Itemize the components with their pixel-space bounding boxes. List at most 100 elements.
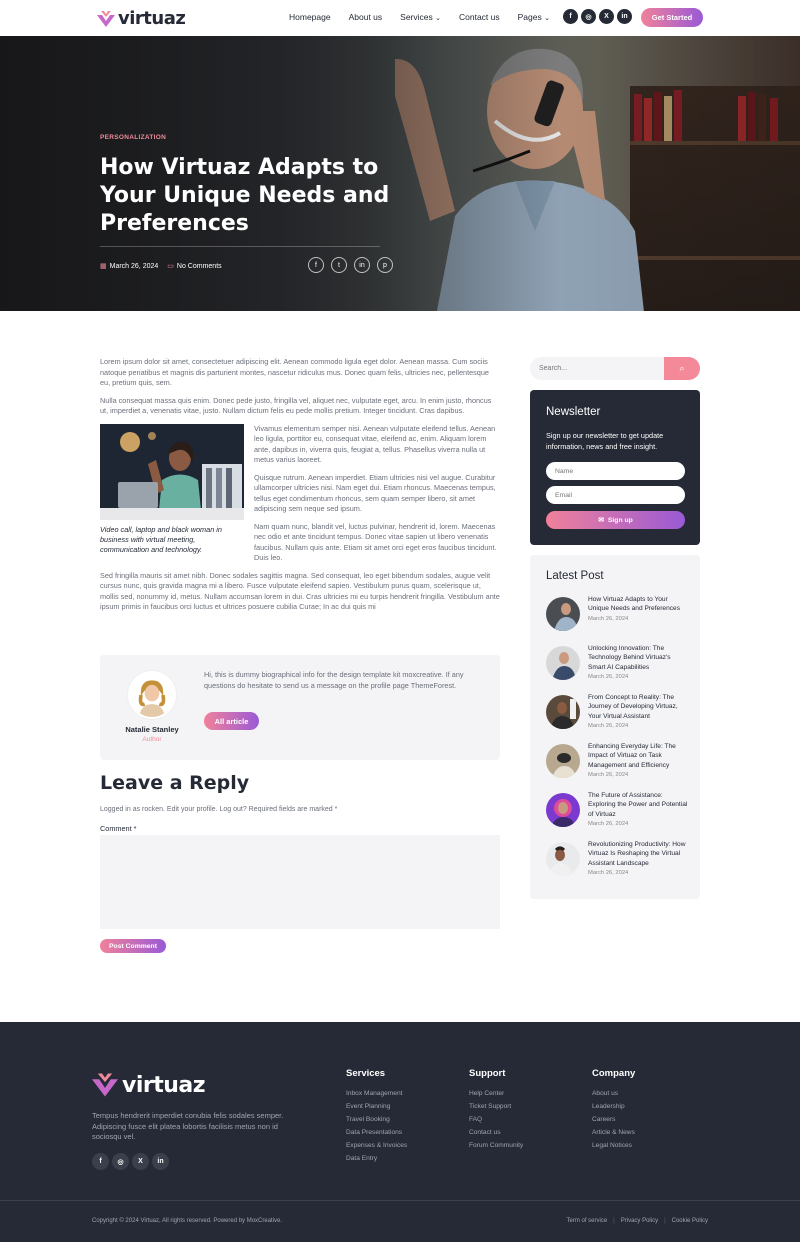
footer-link[interactable]: Travel Booking [346, 1113, 407, 1126]
chevron-down-icon: ⌄ [544, 15, 550, 22]
newsletter-name-input[interactable] [546, 462, 685, 480]
menu-homepage[interactable]: Homepage [289, 12, 331, 22]
post-comments[interactable]: No Comments [177, 263, 222, 270]
instagram-icon[interactable]: ◎ [112, 1153, 129, 1170]
main-menu: Homepage About us Services ⌄ Contact us … [289, 12, 568, 22]
comment-label: Comment * [100, 824, 137, 833]
footer-column-title: Support [469, 1068, 506, 1079]
footer-company-column: Company About us Leadership Careers Arti… [592, 1068, 635, 1152]
newsletter-title: Newsletter [546, 406, 601, 418]
linkedin-icon[interactable]: in [617, 9, 632, 24]
footer-link[interactable]: Careers [592, 1113, 635, 1126]
post-date: March 26, 2024 [588, 615, 629, 622]
linkedin-icon[interactable]: in [152, 1153, 169, 1170]
footer-support-column: Support Help Center Ticket Support FAQ C… [469, 1068, 523, 1152]
footer-link[interactable]: Leadership [592, 1100, 635, 1113]
latest-post-item[interactable]: Enhancing Everyday Life: The Impact of V… [546, 742, 696, 787]
footer-link[interactable]: Help Center [469, 1087, 523, 1100]
facebook-icon[interactable]: f [92, 1153, 109, 1170]
author-bio: Hi, this is dummy biographical info for … [204, 670, 464, 690]
latest-post-item[interactable]: From Concept to Reality: The Journey of … [546, 693, 696, 738]
post-category[interactable]: PERSONALIZATION [100, 134, 166, 141]
post-thumbnail [546, 597, 580, 631]
menu-services[interactable]: Services ⌄ [400, 12, 441, 22]
post-title: Revolutionizing Productivity: How Virtua… [588, 841, 686, 867]
menu-about[interactable]: About us [349, 12, 383, 22]
search-box: ⌕ [530, 357, 700, 380]
logo[interactable]: virtuaz [97, 8, 186, 29]
latest-post-title: Latest Post [546, 570, 604, 582]
instagram-icon[interactable]: ◎ [581, 9, 596, 24]
menu-pages[interactable]: Pages ⌄ [518, 12, 550, 22]
footer-link[interactable]: Article & News [592, 1126, 635, 1139]
hero-banner: PERSONALIZATION How Virtuaz Adapts to Yo… [0, 36, 800, 311]
menu-contact[interactable]: Contact us [459, 12, 500, 22]
author-name[interactable]: Natalie Stanley [100, 725, 204, 734]
footer-link[interactable]: FAQ [469, 1113, 523, 1126]
article-paragraph: Nulla consequat massa quis enim. Donec p… [100, 395, 492, 416]
post-title: From Concept to Reality: The Journey of … [588, 694, 678, 720]
post-date: March 26, 2024 [109, 262, 159, 270]
logo-text: virtuaz [118, 8, 186, 29]
footer-column-title: Services [346, 1068, 386, 1079]
footer-link[interactable]: Data Entry [346, 1152, 407, 1165]
menu-services-label: Services [400, 12, 433, 22]
article-body: Lorem ipsum dolor sit amet, consectetuer… [100, 357, 500, 620]
comment-icon: ▭ [167, 263, 174, 270]
search-input[interactable] [530, 357, 664, 380]
top-navbar: virtuaz Homepage About us Services ⌄ Con… [0, 0, 800, 36]
legal-link-privacy[interactable]: Privacy Policy [621, 1218, 658, 1224]
footer-link[interactable]: Inbox Management [346, 1087, 407, 1100]
latest-post-item[interactable]: Unlocking Innovation: The Technology Beh… [546, 644, 696, 689]
post-thumbnail [546, 793, 580, 827]
separator: | [664, 1218, 666, 1224]
x-icon[interactable]: X [132, 1153, 149, 1170]
reply-heading: Leave a Reply [100, 772, 250, 794]
facebook-share-icon[interactable]: f [308, 257, 324, 273]
latest-post-item[interactable]: The Future of Assistance: Exploring the … [546, 791, 696, 836]
signup-label: Sign up [607, 516, 633, 524]
logged-in-notice: Logged in as rocken. Edit your profile. … [100, 806, 338, 813]
post-comment-button[interactable]: Post Comment [100, 939, 166, 953]
post-title: Unlocking Innovation: The Technology Beh… [588, 645, 671, 671]
latest-post-item[interactable]: Revolutionizing Productivity: How Virtua… [546, 840, 696, 885]
search-icon: ⌕ [679, 363, 685, 373]
copyright: Copyright © 2024 Virtuaz, All rights res… [92, 1218, 283, 1224]
post-title: How Virtuaz Adapts to Your Unique Needs … [588, 596, 681, 613]
x-icon[interactable]: X [599, 9, 614, 24]
latest-post-widget: Latest Post How Virtuaz Adapts to Your U… [530, 555, 700, 899]
get-started-button[interactable]: Get Started [641, 8, 703, 27]
figure-caption: Video call, laptop and black woman in bu… [100, 525, 222, 554]
post-thumbnail [546, 744, 580, 778]
latest-post-item[interactable]: How Virtuaz Adapts to Your Unique Needs … [546, 595, 696, 640]
facebook-icon[interactable]: f [563, 9, 578, 24]
footer-link[interactable]: Event Planning [346, 1100, 407, 1113]
author-role: Author [142, 736, 162, 743]
linkedin-share-icon[interactable]: in [354, 257, 370, 273]
footer-link[interactable]: Ticket Support [469, 1100, 523, 1113]
footer-link[interactable]: Forum Community [469, 1139, 523, 1152]
footer-link[interactable]: Contact us [469, 1126, 523, 1139]
footer-link[interactable]: Legal Notices [592, 1139, 635, 1152]
footer-logo[interactable]: virtuaz [92, 1072, 206, 1098]
post-title: Enhancing Everyday Life: The Impact of V… [588, 743, 676, 769]
footer-link[interactable]: Expenses & Invoices [346, 1139, 407, 1152]
pinterest-share-icon[interactable]: p [377, 257, 393, 273]
search-button[interactable]: ⌕ [664, 357, 700, 380]
all-article-button[interactable]: All article [204, 712, 259, 730]
article-paragraph: Sed fringilla mauris sit amet nibh. Done… [100, 570, 500, 612]
newsletter-email-input[interactable] [546, 486, 685, 504]
author-avatar[interactable] [128, 671, 176, 719]
footer-link[interactable]: About us [592, 1087, 635, 1100]
comment-textarea[interactable] [100, 835, 500, 929]
post-date: March 26, 2024 [588, 771, 629, 778]
twitter-share-icon[interactable]: t [331, 257, 347, 273]
footer-services-column: Services Inbox Management Event Planning… [346, 1068, 407, 1165]
footer-logo-text: virtuaz [122, 1072, 206, 1098]
author-box: Natalie Stanley Author Hi, this is dummy… [100, 655, 500, 760]
legal-link-cookie[interactable]: Cookie Policy [672, 1218, 708, 1224]
footer-description: Tempus hendrerit imperdiet conubia felis… [92, 1111, 284, 1141]
legal-link-terms[interactable]: Term of service [566, 1218, 607, 1224]
footer-link[interactable]: Data Presentations [346, 1126, 407, 1139]
signup-button[interactable]: ✉ Sign up [546, 511, 685, 529]
